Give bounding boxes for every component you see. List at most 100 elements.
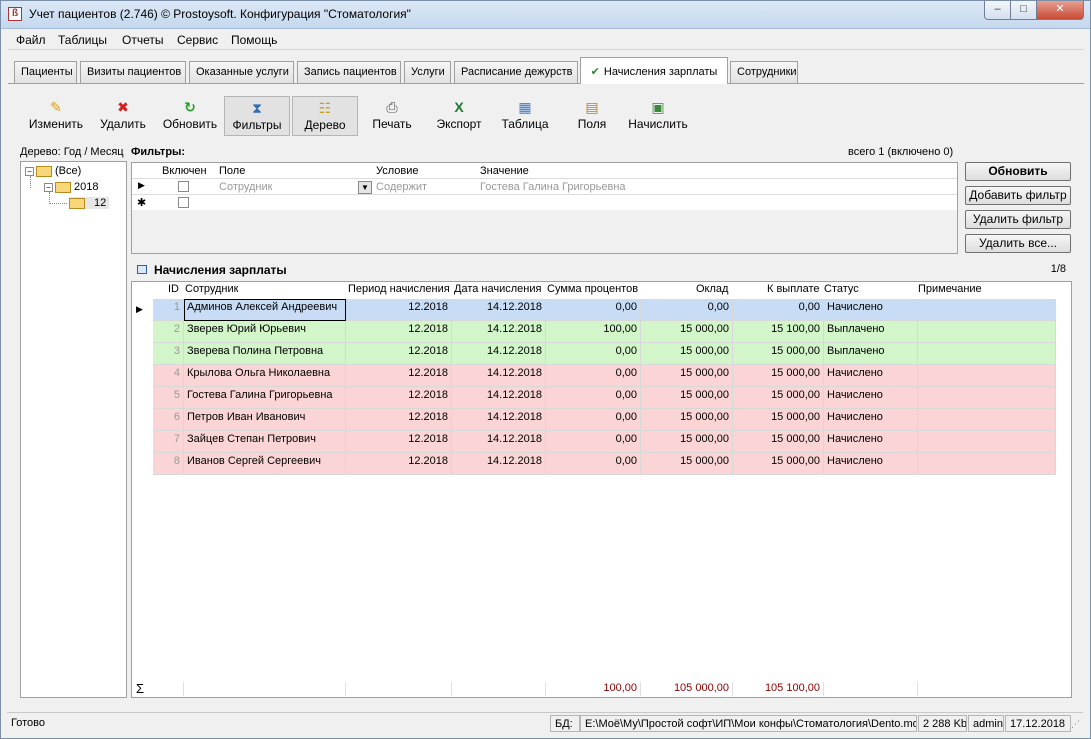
table-cell[interactable]: 15 000,00	[641, 321, 733, 343]
table-cell[interactable]: 15 000,00	[641, 343, 733, 365]
col-payout[interactable]: К выплате	[767, 283, 820, 298]
table-cell[interactable]: Петров Иван Иванович	[184, 409, 346, 431]
tab-salary[interactable]: ✔ Начисления зарплаты	[580, 57, 728, 84]
filter-refresh-button[interactable]: Обновить	[965, 162, 1071, 181]
table-row[interactable]: 6 Петров Иван Иванович 12.2018 14.12.2018 0,…	[153, 409, 1056, 431]
add-filter-button[interactable]: Добавить фильтр	[965, 186, 1071, 205]
table-row[interactable]: 5 Гостева Галина Григорьевна 12.2018 14.12.…	[153, 387, 1056, 409]
table-cell[interactable]: 15 000,00	[641, 431, 733, 453]
remove-all-filters-button[interactable]: Удалить все...	[965, 234, 1071, 253]
table-cell[interactable]: 12.2018	[346, 343, 452, 365]
tab-employees[interactable]: Сотрудники	[730, 61, 798, 83]
edit-button[interactable]: ✎ Изменить	[23, 96, 89, 136]
filter-field-value[interactable]: Сотрудник	[219, 181, 272, 193]
table-cell[interactable]	[918, 343, 1056, 365]
table-cell[interactable]: 15 000,00	[733, 387, 824, 409]
table-cell[interactable]	[918, 409, 1056, 431]
tab-patient-visits[interactable]: Визиты пациентов	[80, 61, 186, 83]
table-cell[interactable]: Гостева Галина Григорьевна	[184, 387, 346, 409]
table-cell[interactable]: Выплачено	[824, 343, 918, 365]
table-cell[interactable]: 7	[153, 431, 184, 453]
table-cell[interactable]: 15 000,00	[641, 365, 733, 387]
table-cell[interactable]: 14.12.2018	[452, 431, 546, 453]
table-cell[interactable]: 0,00	[546, 343, 641, 365]
table-cell[interactable]: 0,00	[546, 409, 641, 431]
col-period[interactable]: Период начисления	[348, 283, 450, 298]
table-cell[interactable]: Начислено	[824, 409, 918, 431]
new-filter-checkbox[interactable]	[178, 197, 189, 208]
delete-button[interactable]: ✖ Удалить	[92, 96, 154, 136]
accrue-button[interactable]: ▣ Начислить	[626, 96, 690, 136]
table-cell[interactable]	[918, 387, 1056, 409]
table-cell[interactable]: 4	[153, 365, 184, 387]
table-cell[interactable]: 14.12.2018	[452, 409, 546, 431]
table-cell[interactable]: 6	[153, 409, 184, 431]
minimize-button[interactable]: –	[984, 1, 1011, 20]
table-cell[interactable]: Зверева Полина Петровна	[184, 343, 346, 365]
table-cell[interactable]: 12.2018	[346, 387, 452, 409]
col-employee[interactable]: Сотрудник	[185, 283, 238, 298]
tree-node-12[interactable]: 12	[69, 197, 110, 209]
fields-button[interactable]: ▤ Поля	[566, 96, 618, 136]
table-cell[interactable]: Начислено	[824, 299, 918, 321]
menu-service[interactable]: Сервис	[177, 33, 218, 47]
filter-row[interactable]: ▶ Сотрудник ▼ Содержит Гостева Галина Гр…	[132, 178, 957, 194]
tab-services[interactable]: Услуги	[404, 61, 451, 83]
table-row[interactable]: 1 Админов Алексей Андреевич 12.2018 14.12.2…	[153, 299, 1056, 321]
table-cell[interactable]: Начислено	[824, 365, 918, 387]
maximize-button[interactable]: □	[1010, 1, 1037, 20]
table-cell[interactable]: Начислено	[824, 431, 918, 453]
table-cell[interactable]	[918, 453, 1056, 475]
col-id[interactable]: ID	[168, 283, 179, 298]
table-cell[interactable]	[918, 431, 1056, 453]
table-cell[interactable]: 12.2018	[346, 299, 452, 321]
table-cell[interactable]: 14.12.2018	[452, 299, 546, 321]
table-cell[interactable]: 2	[153, 321, 184, 343]
resize-grip-icon[interactable]: ⋰	[1071, 719, 1080, 730]
table-cell[interactable]: 0,00	[546, 365, 641, 387]
table-cell[interactable]	[918, 321, 1056, 343]
filter-condition-value[interactable]: Содержит	[376, 181, 427, 193]
table-cell[interactable]: 12.2018	[346, 321, 452, 343]
table-button[interactable]: ▦ Таблица	[496, 96, 554, 136]
table-cell[interactable]: 0,00	[546, 431, 641, 453]
app-icon[interactable]: ß	[8, 7, 22, 21]
table-row[interactable]: 2 Зверев Юрий Юрьевич 12.2018 14.12.2018 100…	[153, 321, 1056, 343]
table-cell[interactable]: 8	[153, 453, 184, 475]
table-cell[interactable]: 0,00	[641, 299, 733, 321]
menu-file[interactable]: Файл	[16, 33, 46, 47]
tab-services-rendered[interactable]: Оказанные услуги	[189, 61, 294, 83]
menu-tables[interactable]: Таблицы	[58, 33, 107, 47]
table-cell[interactable]: 15 000,00	[641, 453, 733, 475]
tree-node-2018[interactable]: −2018	[44, 181, 98, 193]
tab-patient-appointments[interactable]: Запись пациентов	[297, 61, 401, 83]
table-row[interactable]: 3 Зверева Полина Петровна 12.2018 14.12.201…	[153, 343, 1056, 365]
table-cell[interactable]: 12.2018	[346, 431, 452, 453]
remove-filter-button[interactable]: Удалить фильтр	[965, 210, 1071, 229]
table-row[interactable]: 4 Крылова Ольга Николаевна 12.2018 14.12.20…	[153, 365, 1056, 387]
table-cell[interactable]: 0,00	[546, 453, 641, 475]
table-cell[interactable]: Зайцев Степан Петрович	[184, 431, 346, 453]
table-cell[interactable]: Зверев Юрий Юрьевич	[184, 321, 346, 343]
table-cell[interactable]: 12.2018	[346, 453, 452, 475]
collapse-icon[interactable]: −	[44, 182, 53, 192]
table-cell[interactable]: 1	[153, 299, 184, 321]
tree-panel[interactable]: − (Все) −2018 12	[20, 161, 127, 698]
table-cell[interactable]: Начислено	[824, 453, 918, 475]
export-button[interactable]: X Экспорт	[429, 96, 489, 136]
col-status[interactable]: Статус	[824, 283, 859, 298]
table-cell[interactable]: 15 000,00	[733, 365, 824, 387]
table-cell[interactable]: 15 000,00	[641, 387, 733, 409]
table-cell[interactable]: 15 000,00	[733, 431, 824, 453]
table-cell[interactable]: 14.12.2018	[452, 387, 546, 409]
table-cell[interactable]: 14.12.2018	[452, 321, 546, 343]
filter-value-value[interactable]: Гостева Галина Григорьевна	[480, 181, 626, 193]
table-cell[interactable]: 14.12.2018	[452, 365, 546, 387]
filter-grid[interactable]: Включен Поле Условие Значение ▶ Сотрудни…	[131, 162, 958, 254]
filter-new-row[interactable]: ✱	[132, 194, 957, 210]
table-row[interactable]: 7 Зайцев Степан Петрович 12.2018 14.12.2018…	[153, 431, 1056, 453]
table-cell[interactable]: 0,00	[546, 387, 641, 409]
close-button[interactable]: ✕	[1036, 1, 1084, 20]
table-cell[interactable]: Крылова Ольга Николаевна	[184, 365, 346, 387]
menu-help[interactable]: Помощь	[231, 33, 277, 47]
